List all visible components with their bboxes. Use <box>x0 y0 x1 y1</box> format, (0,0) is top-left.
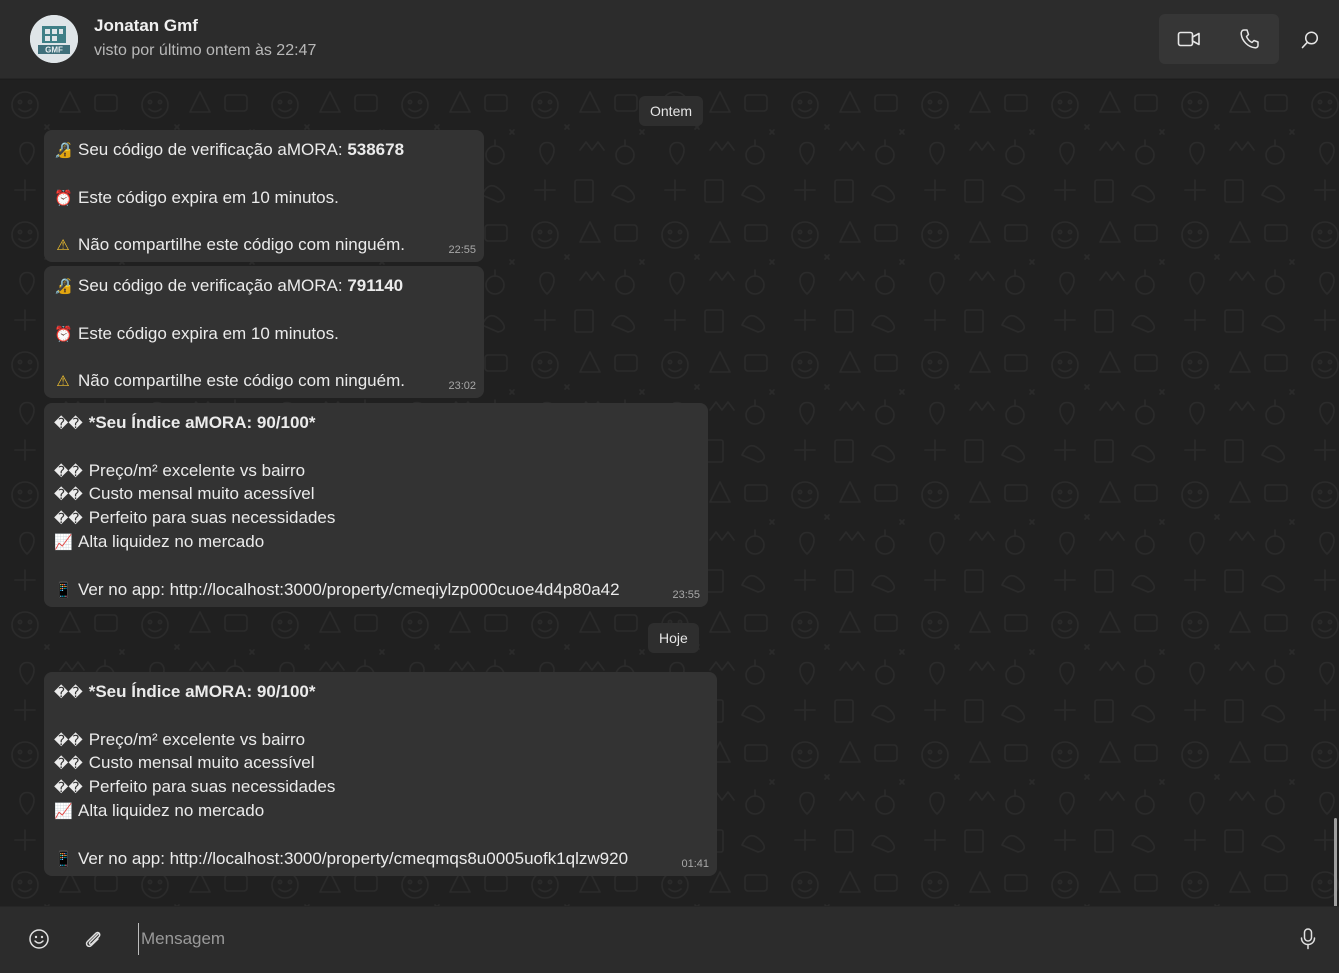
message-timestamp: 01:41 <box>681 858 709 870</box>
message-link-line[interactable]: 📱 Ver no app: http://localhost:3000/prope… <box>54 847 707 871</box>
message-line: �� Preço/m² excelente vs bairro <box>54 729 306 749</box>
message-line: ⏰ Este código expira em 10 minutos. <box>54 322 474 346</box>
svg-text:GMF: GMF <box>45 46 63 55</box>
message-line: 🔏 Seu código de verificação aMORA: 538678 <box>54 138 474 162</box>
voice-message-button[interactable] <box>1290 921 1326 957</box>
attach-button[interactable] <box>75 921 111 957</box>
warning-icon: ⚠ <box>56 236 70 255</box>
message-line: ⏰ Este código expira em 10 minutos. <box>54 186 474 210</box>
message-line: �� Custo mensal muito acessível <box>54 484 315 504</box>
call-buttons-group <box>1159 14 1279 64</box>
message-line: ⚠ Não compartilhe este código com ninguém… <box>54 233 474 257</box>
lock-icon: 🔏 <box>54 277 73 295</box>
message-line: �� Preço/m² excelente vs bairro <box>54 460 306 480</box>
chart-increasing-icon: 📈 <box>54 532 73 551</box>
voice-call-button[interactable] <box>1219 14 1279 64</box>
mobile-phone-icon: 📱 <box>54 849 73 868</box>
message-timestamp: 23:55 <box>672 589 700 601</box>
message-line: �� Perfeito para suas necessidades <box>54 777 336 797</box>
message-line: ⚠ Não compartilhe este código com ninguém… <box>54 369 474 393</box>
message-list[interactable]: Ontem 🔏 Seu código de verificação aMORA: … <box>0 80 1339 906</box>
verification-code: 538678 <box>347 140 405 159</box>
message-line: �� Custo mensal muito acessível <box>54 753 315 773</box>
video-camera-icon <box>1177 31 1200 47</box>
emoji-icon <box>29 929 49 949</box>
message-composer <box>0 906 1339 973</box>
last-seen-status: visto por último ontem às 22:47 <box>94 42 317 59</box>
date-separator-today: Hoje <box>648 623 699 653</box>
message-timestamp: 22:55 <box>448 244 476 256</box>
scrollbar-thumb[interactable] <box>1334 818 1337 906</box>
video-call-button[interactable] <box>1159 14 1219 64</box>
message-bubble[interactable]: �� *Seu Índice aMORA: 90/100* �� Preço/m² … <box>44 403 708 607</box>
message-bubble[interactable]: 🔏 Seu código de verificação aMORA: 791140… <box>44 266 484 398</box>
warning-icon: ⚠ <box>56 372 70 391</box>
message-title: �� *Seu Índice aMORA: 90/100* <box>54 413 316 432</box>
avatar[interactable]: GMF <box>30 15 78 63</box>
message-line: 🔏 Seu código de verificação aMORA: 791140 <box>54 274 474 298</box>
avatar-logo-icon: GMF <box>30 15 78 63</box>
emoji-button[interactable] <box>21 921 57 957</box>
lock-icon: 🔏 <box>54 141 73 159</box>
mobile-phone-icon: 📱 <box>54 580 73 599</box>
chart-increasing-icon: 📈 <box>54 801 73 820</box>
message-bubble[interactable]: 🔏 Seu código de verificação aMORA: 538678… <box>44 130 484 262</box>
attach-icon <box>85 931 101 948</box>
message-bubble[interactable]: �� *Seu Índice aMORA: 90/100* �� Preço/m² … <box>44 672 717 876</box>
verification-code: 791140 <box>347 276 404 295</box>
message-line: �� Perfeito para suas necessidades <box>54 508 336 528</box>
message-title: �� *Seu Índice aMORA: 90/100* <box>54 682 316 701</box>
microphone-icon <box>1300 928 1316 950</box>
message-input[interactable] <box>138 923 1243 955</box>
message-timestamp: 23:02 <box>448 380 476 392</box>
search-icon <box>1301 31 1319 49</box>
contact-name[interactable]: Jonatan Gmf <box>94 16 198 36</box>
message-link-line[interactable]: 📱 Ver no app: http://localhost:3000/prope… <box>54 578 698 602</box>
phone-icon <box>1240 29 1259 49</box>
alarm-clock-icon: ⏰ <box>54 324 73 343</box>
search-button[interactable] <box>1290 20 1330 60</box>
message-line: 📈 Alta liquidez no mercado <box>54 799 707 823</box>
message-line: 📈 Alta liquidez no mercado <box>54 530 698 554</box>
date-separator-yesterday: Ontem <box>639 96 704 126</box>
chat-header: GMF Jonatan Gmf visto por último ontem à… <box>0 0 1339 79</box>
alarm-clock-icon: ⏰ <box>54 188 73 207</box>
